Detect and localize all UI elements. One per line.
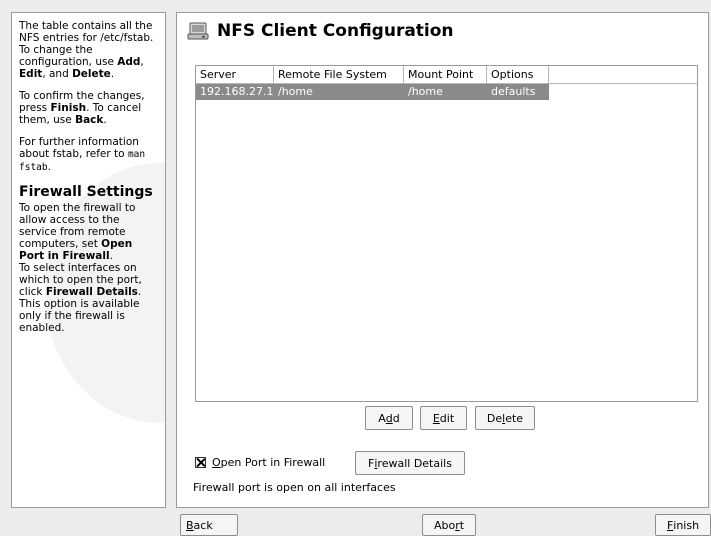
open-port-label-text: pen Port in Firewall	[220, 456, 326, 469]
help-text: ,	[140, 56, 144, 68]
checkbox-checked-icon[interactable]	[195, 457, 206, 468]
firewall-details-button[interactable]: Fi rewall Details	[355, 451, 465, 475]
help-text: .	[47, 161, 51, 173]
help-heading-firewall: Firewall Settings	[19, 184, 153, 200]
button-mnemonic: d	[385, 411, 393, 425]
help-paragraph-firewall: To open the firewall to allow access to …	[19, 202, 158, 262]
edit-button[interactable]: Edit	[420, 406, 467, 430]
help-keyword-edit: Edit	[19, 68, 43, 80]
table-row[interactable]: 192.168.27.1 /home /home defaults	[196, 84, 697, 100]
help-text: .	[109, 250, 113, 262]
button-label: ack	[193, 518, 213, 532]
delete-button[interactable]: De l ete	[475, 406, 535, 430]
button-label: Abo	[433, 518, 456, 532]
help-keyword-firewall-details: Firewall Details	[45, 286, 138, 298]
help-text: , and	[42, 68, 73, 80]
button-label: inish	[673, 518, 700, 532]
firewall-status-text: Firewall port is open on all interfaces	[193, 481, 396, 494]
button-mnemonic: E	[432, 411, 440, 425]
button-mnemonic: B	[186, 518, 194, 532]
help-text: .	[103, 114, 107, 126]
help-keyword-back: Back	[75, 114, 104, 126]
column-header-server[interactable]: Server	[196, 66, 274, 83]
abort-button[interactable]: Abo r t	[422, 514, 476, 536]
cell-server: 192.168.27.1	[196, 84, 274, 100]
cell-mount-point: /home	[404, 84, 487, 100]
hard-drive-icon	[187, 22, 209, 40]
nfs-entries-table[interactable]: Server Remote File System Mount Point Op…	[195, 65, 698, 402]
help-text: For further information about fstab, ref…	[19, 136, 139, 160]
finish-button[interactable]: Finish	[655, 514, 711, 536]
column-header-remote-file-system[interactable]: Remote File System	[274, 66, 404, 83]
help-paragraph-fstab: For further information about fstab, ref…	[19, 136, 158, 174]
open-port-mnemonic: O	[212, 456, 221, 469]
table-header: Server Remote File System Mount Point Op…	[196, 66, 697, 84]
help-keyword-add: Add	[117, 56, 141, 68]
button-label: dit	[439, 411, 455, 425]
cell-remote-file-system: /home	[274, 84, 404, 100]
button-label: A	[378, 411, 386, 425]
help-text: .	[110, 68, 115, 80]
button-label: d	[392, 411, 400, 425]
column-header-options[interactable]: Options	[487, 66, 549, 83]
cell-options: defaults	[487, 84, 549, 100]
open-port-label: Open Port in Firewall	[212, 456, 325, 469]
help-panel: The table contains all the NFS entries f…	[11, 12, 166, 508]
main-panel: NFS Client Configuration Server Remote F…	[176, 12, 709, 508]
help-paragraph-confirm: To confirm the changes, press Finish. To…	[19, 90, 158, 126]
button-label: ete	[505, 411, 524, 425]
column-header-mount-point[interactable]: Mount Point	[404, 66, 487, 83]
page-title: NFS Client Configuration	[217, 21, 454, 41]
open-port-checkbox[interactable]: Open Port in Firewall	[195, 456, 325, 469]
button-label: t	[459, 518, 465, 532]
back-button[interactable]: Back	[180, 514, 238, 536]
help-keyword-finish: Finish	[50, 102, 87, 114]
add-button[interactable]: Add	[365, 406, 413, 430]
column-header-filler	[549, 66, 697, 83]
help-paragraph-interfaces: To select interfaces on which to open th…	[19, 262, 158, 334]
help-paragraph-table: The table contains all the NFS entries f…	[19, 20, 158, 80]
button-label: De	[486, 411, 503, 425]
help-keyword-delete: Delete	[72, 68, 111, 80]
title-row: NFS Client Configuration	[187, 19, 454, 43]
button-label: rewall Details	[377, 456, 452, 470]
